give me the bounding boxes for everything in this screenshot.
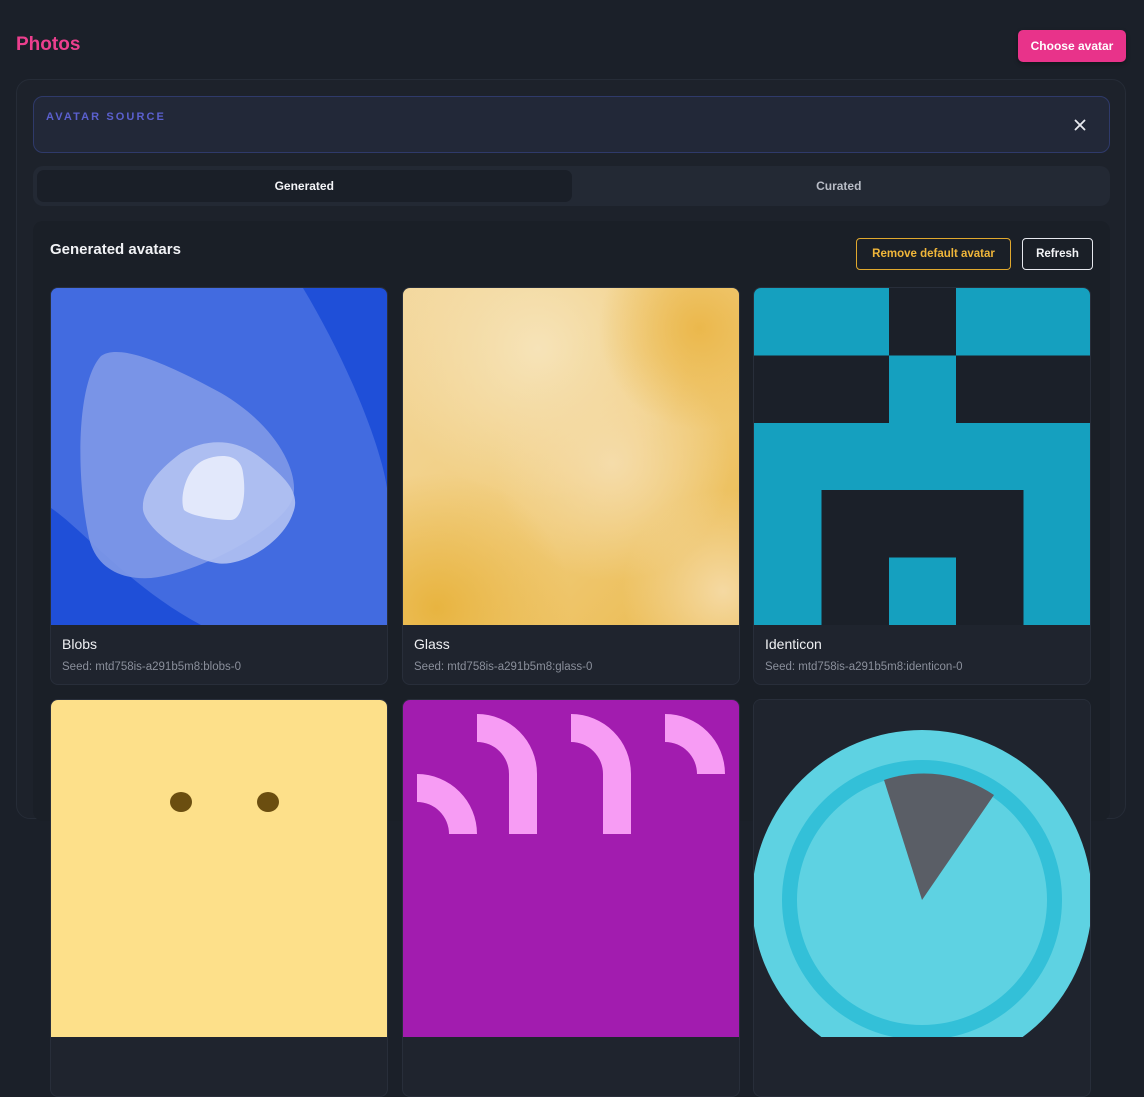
avatar-card-beam[interactable] [50,699,388,1097]
avatar-card-blobs[interactable]: Blobs Seed: mtd758is-a291b5m8:blobs-0 [50,287,388,685]
avatar-image-identicon [754,288,1090,625]
avatar-card-seed: Seed: mtd758is-a291b5m8:blobs-0 [62,661,242,673]
avatar-card-sunset[interactable] [753,699,1091,1097]
avatar-card-name: Blobs [62,636,98,652]
refresh-button[interactable]: Refresh [1022,238,1093,270]
close-button[interactable] [1069,114,1091,136]
tab-curated[interactable]: Curated [572,170,1107,202]
avatar-card-seed: Seed: mtd758is-a291b5m8:glass-0 [414,661,593,673]
close-icon [1074,119,1086,131]
avatar-card-name: Glass [414,636,450,652]
avatar-source-label: AVATAR SOURCE [46,111,166,123]
avatar-card-seed: Seed: mtd758is-a291b5m8:identicon-0 [765,661,963,673]
generated-avatars-section: Generated avatars Remove default avatar … [33,221,1110,1097]
avatar-picker-panel: AVATAR SOURCE Generated Curated Generate… [16,79,1126,1097]
remove-default-avatar-button[interactable]: Remove default avatar [856,238,1011,270]
avatar-image-blobs [51,288,387,625]
page-title: Photos [16,34,81,55]
avatar-card-rings[interactable] [402,699,740,1097]
source-tabs: Generated Curated [33,166,1110,206]
choose-avatar-button[interactable]: Choose avatar [1018,30,1126,62]
generated-avatars-title: Generated avatars [50,241,181,258]
avatar-card-glass[interactable]: Glass Seed: mtd758is-a291b5m8:glass-0 [402,287,740,685]
avatar-image-glass [403,288,739,625]
avatar-card-identicon[interactable]: Identicon Seed: mtd758is-a291b5m8:identi… [753,287,1091,685]
avatar-card-name: Identicon [765,636,822,652]
tab-generated[interactable]: Generated [37,170,572,202]
avatar-source-box: AVATAR SOURCE [33,96,1110,153]
avatar-image-rings [403,700,739,1037]
avatar-image-beam [51,700,387,1037]
avatar-image-sunset [754,700,1090,1037]
